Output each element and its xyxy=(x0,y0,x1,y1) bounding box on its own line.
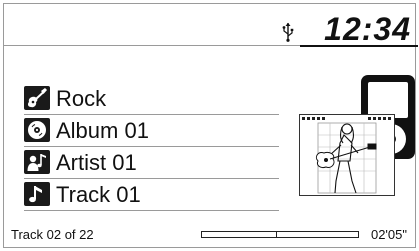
progress-bar[interactable] xyxy=(201,231,359,238)
genre-label: Rock xyxy=(56,86,107,111)
artist-icon xyxy=(24,150,50,174)
media-player-screen: 12:34 Rock Album 01 Artist 01 Track 01 T… xyxy=(3,3,419,248)
track-info-list: Rock Album 01 Artist 01 Track 01 xyxy=(24,83,279,211)
artwork-area xyxy=(294,72,419,196)
list-item-artist[interactable]: Artist 01 xyxy=(24,147,279,179)
ipod-screen xyxy=(368,82,408,118)
elapsed-time: 02'05" xyxy=(370,227,407,242)
clock-underline xyxy=(300,45,418,47)
track-label: Track 01 xyxy=(56,182,141,207)
music-note-icon xyxy=(24,182,50,206)
album-label: Album 01 xyxy=(56,118,149,143)
guitar-icon xyxy=(24,86,50,110)
progress-marker[interactable] xyxy=(275,231,277,238)
usb-icon xyxy=(282,22,294,42)
clock: 12:34 xyxy=(324,11,411,47)
album-disc-icon xyxy=(24,118,50,142)
list-item-track[interactable]: Track 01 xyxy=(24,179,279,211)
list-item-genre[interactable]: Rock xyxy=(24,83,279,115)
playback-footer: Track 02 of 22 02'05" xyxy=(4,226,415,246)
progress-fill xyxy=(202,232,277,237)
list-item-album[interactable]: Album 01 xyxy=(24,115,279,147)
album-art-image xyxy=(299,114,395,196)
status-bar: 12:34 xyxy=(4,4,415,47)
artist-label: Artist 01 xyxy=(56,150,137,175)
track-position: Track 02 of 22 xyxy=(11,227,94,242)
